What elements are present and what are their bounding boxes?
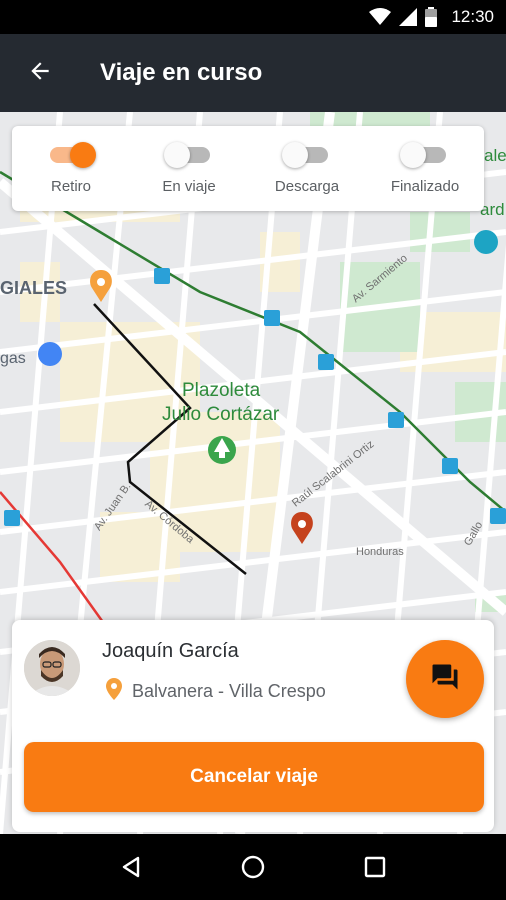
map-label-plaza-line1: Plazoleta (182, 380, 261, 401)
step-finalizado[interactable]: Finalizado (370, 140, 480, 195)
step-toggle[interactable] (164, 140, 214, 168)
system-nav-bar (0, 834, 506, 900)
step-toggle[interactable] (46, 140, 96, 168)
signal-icon (399, 8, 418, 26)
map-label-plaza-line2: Julio Cortázar (162, 404, 280, 425)
step-retiro[interactable]: Retiro (16, 140, 126, 195)
location-pin-icon (106, 678, 122, 705)
chat-icon (430, 662, 460, 697)
step-label: Retiro (50, 178, 91, 195)
step-toggle[interactable] (282, 140, 332, 168)
step-label: Descarga (274, 178, 340, 195)
chat-button[interactable] (406, 640, 484, 718)
avatar (24, 640, 80, 696)
driver-name: Joaquín García (102, 640, 239, 662)
circle-home-icon (241, 855, 265, 879)
page-title: Viaje en curso (100, 59, 263, 86)
step-descarga[interactable]: Descarga (252, 140, 362, 195)
map-label-left-partial: gas (0, 350, 26, 367)
status-bar: 12:30 (0, 0, 506, 34)
map-label-street-honduras: Honduras (356, 546, 404, 558)
map-label-neighborhood: GIALES (0, 278, 68, 298)
step-toggle[interactable] (400, 140, 450, 168)
trip-route: Balvanera - Villa Crespo (106, 678, 326, 705)
battery-icon (425, 7, 438, 27)
nav-recents-button[interactable] (345, 837, 405, 897)
route-text: Balvanera - Villa Crespo (132, 681, 326, 701)
step-label: En viaje (162, 178, 216, 195)
map-label-right-partial-top: ale (484, 146, 506, 165)
triangle-back-icon (122, 856, 140, 878)
step-label: Finalizado (390, 178, 460, 195)
back-button[interactable] (0, 34, 80, 112)
cancel-trip-button[interactable]: Cancelar viaje (24, 742, 484, 812)
driver-card: Joaquín García Balvanera - Villa Crespo … (12, 620, 494, 832)
status-time: 12:30 (451, 7, 494, 26)
nav-home-button[interactable] (223, 837, 283, 897)
step-en-viaje[interactable]: En viaje (134, 140, 244, 195)
square-recents-icon (364, 856, 386, 878)
app-bar: Viaje en curso (0, 34, 506, 112)
wifi-icon (369, 8, 392, 26)
trip-steps-card: Retiro En viaje Descarga Finalizado (12, 126, 484, 211)
arrow-back-icon (27, 58, 53, 89)
nav-back-button[interactable] (101, 837, 161, 897)
